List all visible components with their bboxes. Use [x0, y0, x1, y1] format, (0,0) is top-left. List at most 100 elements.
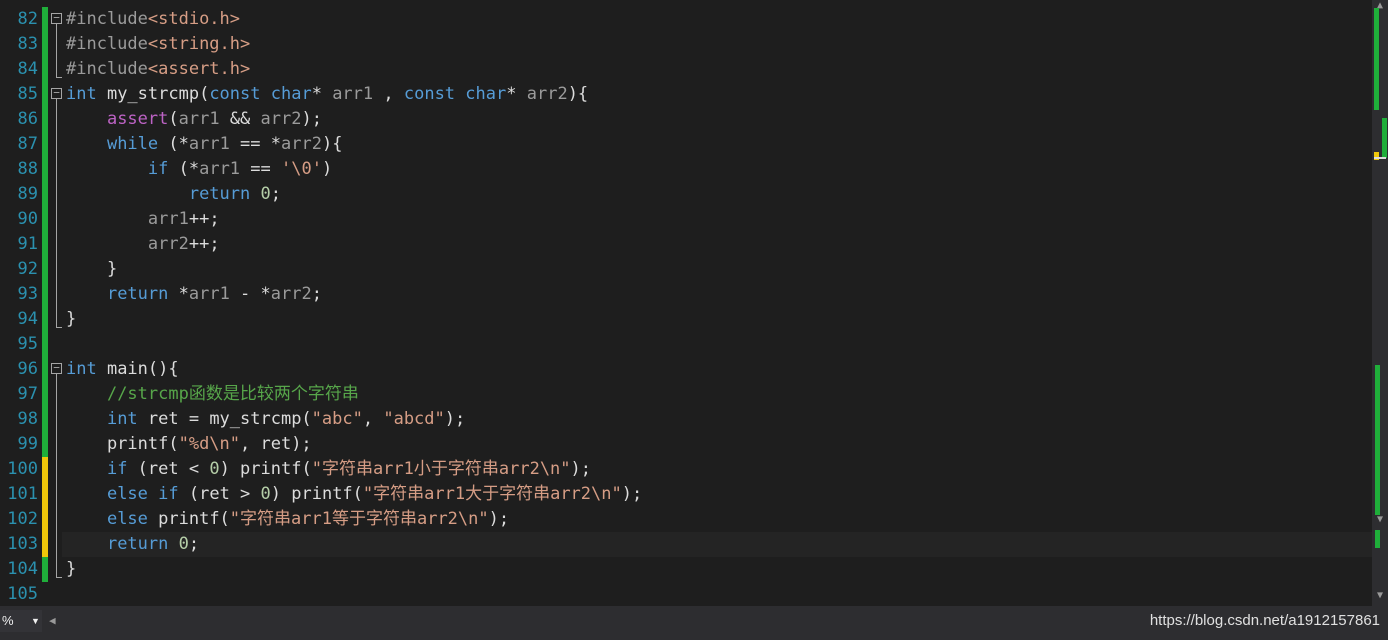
token: assert — [106, 109, 169, 129]
zoom-dropdown[interactable]: % ▼ — [0, 610, 42, 632]
fold-guide — [56, 407, 57, 432]
code-text[interactable]: if (ret < 0) printf("字符串arr1小于字符串arr2\n"… — [66, 457, 591, 482]
code-area[interactable]: if (ret < 0) printf("字符串arr1小于字符串arr2\n"… — [62, 457, 1372, 482]
code-area[interactable]: assert(arr1 && arr2); — [62, 107, 1372, 132]
code-text[interactable]: } — [66, 307, 76, 332]
code-line[interactable]: 98 int ret = my_strcmp("abc", "abcd"); — [0, 407, 1372, 432]
code-text[interactable]: int main(){ — [66, 357, 179, 382]
code-area[interactable]: if (*arr1 == '\0') — [62, 157, 1372, 182]
code-area[interactable]: else if (ret > 0) printf("字符串arr1大于字符串ar… — [62, 482, 1372, 507]
scroll-down-icon[interactable]: ▼ — [1374, 590, 1386, 601]
code-text[interactable]: #include<stdio.h> — [66, 7, 240, 32]
code-area[interactable]: } — [62, 257, 1372, 282]
code-line[interactable]: 95 — [0, 332, 1372, 357]
code-area[interactable]: arr2++; — [62, 232, 1372, 257]
code-text[interactable]: printf("%d\n", ret); — [66, 432, 312, 457]
fold-guide — [56, 107, 57, 132]
code-line[interactable]: 96 − int main(){ — [0, 357, 1372, 382]
code-area[interactable]: return *arr1 - *arr2; — [62, 282, 1372, 307]
token: while — [106, 134, 159, 154]
code-line[interactable]: 88 if (*arr1 == '\0') — [0, 157, 1372, 182]
code-area[interactable]: return 0; — [62, 182, 1372, 207]
scroll-left-icon[interactable]: ◀ — [49, 614, 56, 627]
line-number: 83 — [17, 34, 38, 54]
code-area[interactable]: #include<stdio.h> — [62, 7, 1372, 32]
code-line[interactable]: 103 return 0; — [0, 532, 1372, 557]
code-text[interactable]: if (*arr1 == '\0') — [66, 157, 332, 182]
code-text[interactable]: return *arr1 - *arr2; — [66, 282, 322, 307]
code-area[interactable]: } — [62, 307, 1372, 332]
code-line[interactable]: 104} — [0, 557, 1372, 582]
code-line[interactable]: 101 else if (ret > 0) printf("字符串arr1大于字… — [0, 482, 1372, 507]
code-text[interactable]: arr1++; — [66, 207, 220, 232]
token: if — [147, 159, 169, 179]
code-line[interactable]: 86 assert(arr1 && arr2); — [0, 107, 1372, 132]
code-text[interactable]: } — [66, 557, 76, 582]
code-area[interactable]: int my_strcmp(const char* arr1 , const c… — [62, 82, 1372, 107]
code-area[interactable] — [62, 582, 1372, 606]
token: && — [219, 109, 261, 129]
code-text[interactable]: int ret = my_strcmp("abc", "abcd"); — [66, 407, 465, 432]
code-line[interactable]: 92 } — [0, 257, 1372, 282]
collapse-icon[interactable]: − — [51, 12, 62, 24]
change-marker — [42, 557, 48, 582]
code-area[interactable]: #include<assert.h> — [62, 57, 1372, 82]
fold-guide — [56, 432, 57, 457]
code-line[interactable]: 82 − #include<stdio.h> — [0, 7, 1372, 32]
code-text[interactable]: arr2++; — [66, 232, 220, 257]
code-area[interactable]: arr1++; — [62, 207, 1372, 232]
collapse-icon[interactable]: − — [51, 362, 62, 374]
code-area[interactable]: printf("%d\n", ret); — [62, 432, 1372, 457]
collapse-icon[interactable]: − — [51, 87, 62, 99]
code-text[interactable]: #include<string.h> — [66, 32, 250, 57]
code-text[interactable]: else printf("字符串arr1等于字符串arr2\n"); — [66, 507, 509, 532]
code-area[interactable]: int main(){ — [62, 357, 1372, 382]
code-text[interactable]: while (*arr1 == *arr2){ — [66, 132, 342, 157]
token: ); — [570, 459, 592, 479]
code-editor[interactable]: 82− #include<stdio.h> 83 #include<string.h>… — [0, 0, 1372, 606]
code-line[interactable]: 84 #include<assert.h> — [0, 57, 1372, 82]
code-line[interactable]: 90 arr1++; — [0, 207, 1372, 232]
scroll-page-icon[interactable]: ▼ — [1374, 514, 1386, 525]
code-line[interactable]: 91 arr2++; — [0, 232, 1372, 257]
code-text[interactable]: return 0; — [66, 182, 281, 207]
line-number: 101 — [7, 484, 38, 504]
code-text[interactable]: } — [66, 257, 117, 282]
scrollbar-change-marker — [1382, 118, 1387, 158]
code-line[interactable]: 83 #include<string.h> — [0, 32, 1372, 57]
code-text[interactable]: //strcmp函数是比较两个字符串 — [66, 382, 359, 407]
token: return — [106, 534, 169, 554]
code-area[interactable]: //strcmp函数是比较两个字符串 — [62, 382, 1372, 407]
code-line[interactable]: 99 printf("%d\n", ret); — [0, 432, 1372, 457]
code-line[interactable]: 105 — [0, 582, 1372, 606]
code-text[interactable]: return 0; — [66, 532, 199, 557]
code-line[interactable]: 94} — [0, 307, 1372, 332]
code-line[interactable]: 87 while (*arr1 == *arr2){ — [0, 132, 1372, 157]
code-text[interactable]: #include<assert.h> — [66, 57, 250, 82]
code-area[interactable]: return 0; — [62, 532, 1372, 557]
code-area[interactable]: while (*arr1 == *arr2){ — [62, 132, 1372, 157]
code-area[interactable]: int ret = my_strcmp("abc", "abcd"); — [62, 407, 1372, 432]
token: "abc" — [311, 409, 363, 429]
change-marker — [42, 107, 48, 132]
chevron-down-icon[interactable]: ▼ — [31, 610, 40, 632]
code-text[interactable]: int my_strcmp(const char* arr1 , const c… — [66, 82, 588, 107]
code-area[interactable] — [62, 332, 1372, 357]
token: , — [362, 409, 384, 429]
code-line[interactable]: 102 else printf("字符串arr1等于字符串arr2\n"); — [0, 507, 1372, 532]
code-text[interactable]: assert(arr1 && arr2); — [66, 107, 322, 132]
vertical-scrollbar[interactable]: ▲ ▼ ▼ — [1372, 0, 1388, 606]
line-number: 93 — [17, 284, 38, 304]
code-line[interactable]: 97 //strcmp函数是比较两个字符串 — [0, 382, 1372, 407]
code-text[interactable]: else if (ret > 0) printf("字符串arr1大于字符串ar… — [66, 482, 642, 507]
code-line[interactable]: 100 if (ret < 0) printf("字符串arr1小于字符串arr… — [0, 457, 1372, 482]
code-line[interactable]: 93 return *arr1 - *arr2; — [0, 282, 1372, 307]
code-line[interactable]: 85− int my_strcmp(const char* arr1 , cons… — [0, 82, 1372, 107]
code-area[interactable]: #include<string.h> — [62, 32, 1372, 57]
code-line[interactable]: 89 return 0; — [0, 182, 1372, 207]
code-area[interactable]: else printf("字符串arr1等于字符串arr2\n"); — [62, 507, 1372, 532]
token: } — [66, 259, 118, 279]
code-area[interactable]: } — [62, 557, 1372, 582]
